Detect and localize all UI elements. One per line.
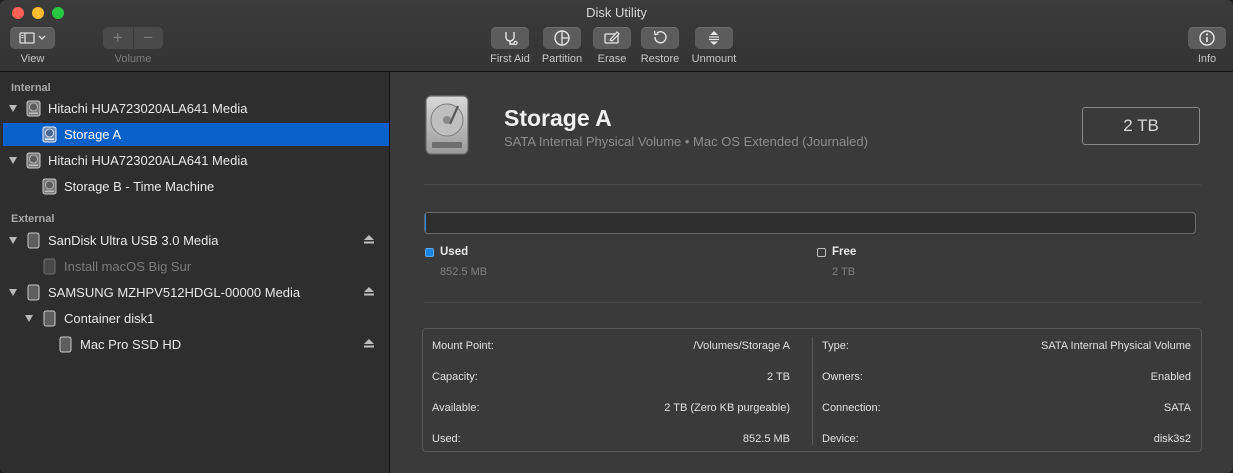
sidebar-item-label: Install macOS Big Sur bbox=[64, 259, 192, 274]
sidebar-item-label: SAMSUNG MZHPV512HDGL-00000 Media bbox=[48, 285, 301, 300]
disclosure-triangle-icon[interactable] bbox=[25, 315, 33, 322]
first-aid-button[interactable] bbox=[491, 27, 529, 49]
internal-disk-icon bbox=[26, 100, 41, 117]
eject-icon[interactable] bbox=[364, 235, 374, 244]
sidebar: Internal Hitachi HUA723020ALA641 Media S… bbox=[0, 72, 390, 473]
sidebar-item-label: Container disk1 bbox=[64, 311, 155, 326]
stethoscope-icon bbox=[505, 32, 518, 46]
container-icon bbox=[43, 310, 56, 327]
device-value: disk3s2 bbox=[1153, 433, 1191, 445]
volume-size-badge: 2 TB bbox=[1082, 107, 1200, 145]
eject-icon[interactable] bbox=[364, 339, 374, 348]
sidebar-icon bbox=[18, 32, 45, 44]
free-legend-swatch bbox=[817, 248, 826, 257]
volume-icon bbox=[43, 258, 56, 275]
sidebar-item-label: Storage B - Time Machine bbox=[64, 179, 215, 194]
disclosure-triangle-icon[interactable] bbox=[9, 289, 17, 296]
restore-label: Restore bbox=[640, 53, 680, 65]
view-button[interactable] bbox=[10, 27, 55, 49]
used-legend-label: Used bbox=[440, 246, 469, 258]
used-key: Used: bbox=[432, 433, 461, 445]
connection-key: Connection: bbox=[822, 402, 881, 414]
mount-point-key: Mount Point: bbox=[432, 340, 494, 352]
type-key: Type: bbox=[822, 340, 849, 352]
partition-pie-icon bbox=[554, 30, 570, 46]
restore-button[interactable] bbox=[641, 27, 679, 49]
type-value: SATA Internal Physical Volume bbox=[1041, 340, 1191, 352]
sidebar-item-label: Mac Pro SSD HD bbox=[80, 337, 182, 352]
used-legend-value: 852.5 MB bbox=[440, 266, 488, 278]
info-button[interactable] bbox=[1188, 27, 1226, 49]
window-title: Disk Utility bbox=[586, 5, 647, 20]
capacity-key: Capacity: bbox=[432, 371, 478, 383]
toolbar: Disk Utility View + − Volume First Aid P… bbox=[0, 0, 1233, 72]
capacity-value: 2 TB bbox=[766, 371, 790, 383]
section-internal: Internal bbox=[11, 82, 51, 94]
internal-disk-icon bbox=[27, 284, 40, 301]
internal-disk-icon bbox=[26, 152, 41, 169]
remove-volume-button[interactable]: − bbox=[134, 27, 164, 49]
used-value: 852.5 MB bbox=[742, 433, 790, 445]
available-value: 2 TB (Zero KB purgeable) bbox=[664, 402, 790, 414]
volume-detail-pane: Storage A SATA Internal Physical Volume … bbox=[390, 72, 1233, 473]
sidebar-item-hitachi-1[interactable]: Hitachi HUA723020ALA641 Media bbox=[3, 97, 389, 120]
info-label: Info bbox=[1197, 53, 1217, 65]
volume-icon bbox=[42, 178, 57, 195]
erase-icon bbox=[604, 31, 620, 44]
used-legend-swatch bbox=[425, 248, 434, 257]
owners-key: Owners: bbox=[822, 371, 863, 383]
add-volume-button[interactable]: + bbox=[103, 27, 134, 49]
volume-icon bbox=[59, 336, 72, 353]
sidebar-item-sandisk[interactable]: SanDisk Ultra USB 3.0 Media bbox=[3, 229, 389, 252]
sidebar-item-label: Storage A bbox=[64, 127, 122, 142]
partition-button[interactable] bbox=[543, 27, 581, 49]
volume-name: Storage A bbox=[504, 105, 612, 131]
info-column-separator bbox=[812, 337, 813, 445]
free-legend-label: Free bbox=[832, 246, 857, 258]
disclosure-triangle-icon[interactable] bbox=[9, 105, 17, 112]
disclosure-triangle-icon[interactable] bbox=[9, 157, 17, 164]
external-disk-icon bbox=[27, 232, 40, 249]
sidebar-item-storage-b[interactable]: Storage B - Time Machine bbox=[3, 175, 389, 198]
unmount-button[interactable] bbox=[695, 27, 733, 49]
sidebar-item-container-disk1[interactable]: Container disk1 bbox=[3, 307, 389, 330]
volume-icon bbox=[42, 126, 57, 143]
section-external: External bbox=[11, 213, 55, 225]
volume-buttons: + − bbox=[103, 27, 163, 49]
usage-bar bbox=[424, 212, 1196, 234]
sidebar-item-install-macos[interactable]: Install macOS Big Sur bbox=[3, 255, 389, 278]
available-key: Available: bbox=[432, 402, 480, 414]
sidebar-item-hitachi-2[interactable]: Hitachi HUA723020ALA641 Media bbox=[3, 149, 389, 172]
sidebar-item-mac-pro-ssd[interactable]: Mac Pro SSD HD bbox=[3, 333, 389, 356]
sidebar-item-samsung[interactable]: SAMSUNG MZHPV512HDGL-00000 Media bbox=[3, 281, 389, 304]
info-icon bbox=[1199, 30, 1215, 46]
sidebar-item-storage-a[interactable]: Storage A bbox=[3, 123, 389, 146]
divider bbox=[424, 302, 1201, 303]
disk-utility-window: Disk Utility View + − Volume First Aid P… bbox=[0, 0, 1233, 473]
eject-icon[interactable] bbox=[364, 287, 374, 296]
volume-info-table: Mount Point: /Volumes/Storage A Capacity… bbox=[422, 328, 1202, 452]
mount-point-value: /Volumes/Storage A bbox=[693, 340, 790, 352]
restore-arrow-icon bbox=[653, 30, 667, 44]
owners-value: Enabled bbox=[1150, 371, 1191, 383]
sidebar-item-label: Hitachi HUA723020ALA641 Media bbox=[48, 101, 248, 116]
sidebar-item-label: Hitachi HUA723020ALA641 Media bbox=[48, 153, 248, 168]
volume-subtitle: SATA Internal Physical Volume • Mac OS E… bbox=[504, 134, 868, 149]
unmount-icon bbox=[709, 31, 719, 45]
view-label: View bbox=[20, 53, 45, 65]
disclosure-triangle-icon[interactable] bbox=[9, 237, 17, 244]
free-legend-value: 2 TB bbox=[832, 266, 856, 278]
first-aid-label: First Aid bbox=[490, 53, 530, 65]
device-key: Device: bbox=[822, 433, 859, 445]
volume-label: Volume bbox=[114, 53, 152, 65]
erase-button[interactable] bbox=[593, 27, 631, 49]
hard-drive-icon bbox=[425, 95, 469, 155]
connection-value: SATA bbox=[1163, 402, 1191, 414]
divider bbox=[424, 184, 1201, 185]
sidebar-item-label: SanDisk Ultra USB 3.0 Media bbox=[48, 233, 219, 248]
unmount-label: Unmount bbox=[691, 53, 737, 65]
